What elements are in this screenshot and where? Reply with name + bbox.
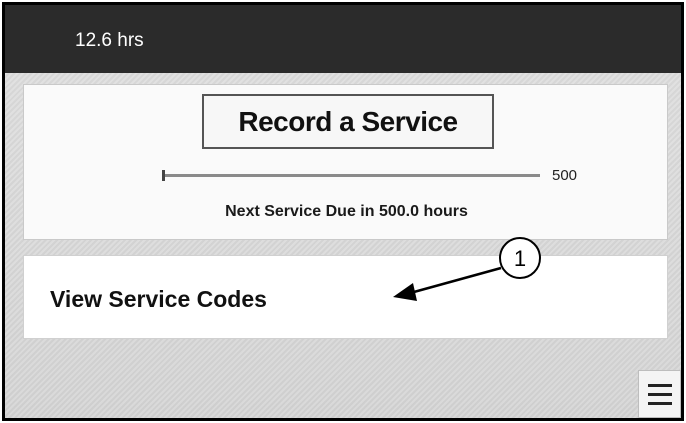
engine-hours: 12.6 hrs <box>75 30 144 51</box>
menu-bar <box>647 392 672 396</box>
top-status-bar: 12.6 hrs <box>5 5 681 73</box>
service-card: Record a Service 500 Next Service Due in… <box>23 84 668 240</box>
progress-start-marker <box>162 170 165 181</box>
next-service-due-text: Next Service Due in 500.0 hours <box>225 203 468 220</box>
progress-max-label: 500 <box>552 167 578 184</box>
service-progress-bar <box>162 170 540 181</box>
hamburger-menu-icon[interactable] <box>638 370 681 418</box>
progress-track <box>162 174 540 177</box>
device-screen: 12.6 hrs Record a Service 500 Next Servi… <box>2 2 684 421</box>
view-service-codes-label: View Service Codes <box>50 286 267 312</box>
menu-bar <box>647 383 672 387</box>
view-service-codes-button[interactable]: View Service Codes <box>23 255 668 339</box>
callout-number: 1 <box>513 246 527 271</box>
record-service-button[interactable]: Record a Service <box>202 94 494 149</box>
menu-bar <box>647 401 672 405</box>
